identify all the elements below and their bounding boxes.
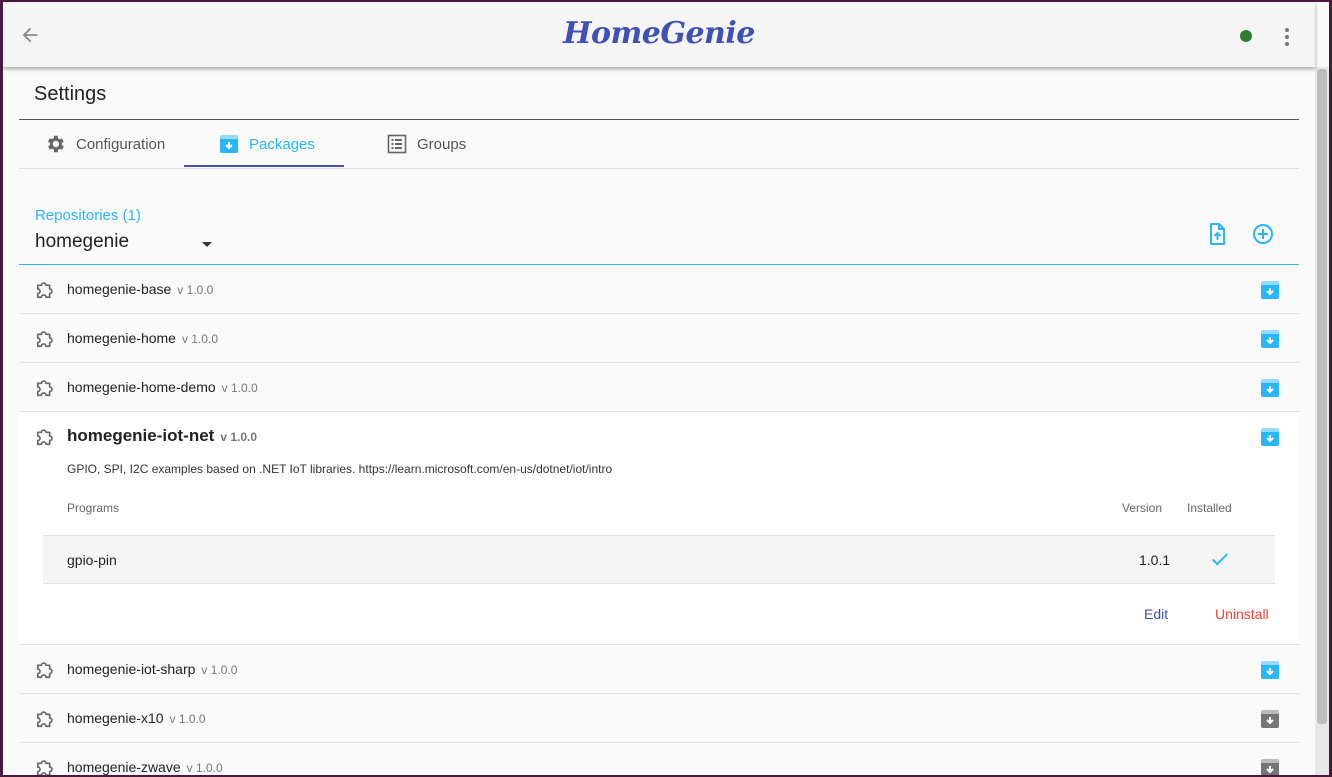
package-item-homegenie-x10[interactable]: homegenie-x10 v 1.0.0 bbox=[19, 694, 1299, 743]
package-list: homegenie-base v 1.0.0 homegenie-home v 1.… bbox=[19, 265, 1299, 775]
package-item-homegenie-iot-net[interactable]: homegenie-iot-net v 1.0.0 GPIO, SPI, I2C … bbox=[19, 412, 1299, 645]
package-name: homegenie-zwave bbox=[67, 759, 181, 775]
package-install-icon[interactable] bbox=[1260, 758, 1280, 775]
package-item-homegenie-zwave[interactable]: homegenie-zwave v 1.0.0 bbox=[19, 743, 1299, 775]
package-item-homegenie-iot-sharp[interactable]: homegenie-iot-sharp v 1.0.0 bbox=[19, 645, 1299, 694]
installed-column-header: Installed bbox=[1187, 501, 1232, 515]
extension-icon bbox=[36, 429, 53, 446]
settings-panel: Settings Configuration Packages Groups R… bbox=[19, 67, 1299, 775]
package-install-icon[interactable] bbox=[1260, 280, 1280, 300]
more-vert-icon bbox=[1285, 28, 1289, 32]
settings-tabs: Configuration Packages Groups bbox=[19, 120, 1299, 169]
add-repository-button[interactable] bbox=[1251, 222, 1275, 246]
page-title: Settings bbox=[34, 83, 107, 105]
gear-icon bbox=[48, 135, 64, 153]
file-upload-icon bbox=[1210, 223, 1225, 245]
repository-selected-value: homegenie bbox=[35, 231, 130, 252]
package-install-icon[interactable] bbox=[1260, 427, 1280, 447]
package-item-homegenie-home-demo[interactable]: homegenie-home-demo v 1.0.0 bbox=[19, 363, 1299, 412]
package-version: v 1.0.0 bbox=[186, 761, 223, 775]
table-row[interactable]: gpio-pin 1.0.1 bbox=[43, 535, 1275, 584]
archive-icon bbox=[220, 135, 238, 153]
package-name: homegenie-home bbox=[67, 330, 176, 346]
app-logo: HomeGenie bbox=[563, 16, 755, 51]
version-column-header: Version bbox=[1122, 501, 1163, 515]
package-version: v 1.0.0 bbox=[181, 332, 218, 346]
package-item-homegenie-base[interactable]: homegenie-base v 1.0.0 bbox=[19, 265, 1299, 314]
tab-configuration[interactable]: Configuration bbox=[44, 120, 165, 168]
extension-icon bbox=[36, 662, 53, 679]
package-version: v 1.0.0 bbox=[220, 430, 258, 444]
programs-column-header: Programs bbox=[67, 501, 120, 515]
app-window: HomeGenie Settings Configuration Package… bbox=[3, 2, 1329, 775]
dropdown-caret-icon bbox=[202, 242, 212, 247]
connection-status-indicator bbox=[1240, 30, 1252, 42]
tab-label: Configuration bbox=[76, 135, 166, 153]
tab-label: Groups bbox=[417, 135, 467, 153]
package-install-icon[interactable] bbox=[1260, 660, 1280, 680]
package-name: homegenie-iot-sharp bbox=[67, 661, 196, 677]
package-name: homegenie-base bbox=[67, 281, 172, 297]
more-options-button[interactable] bbox=[1277, 26, 1297, 48]
package-name: homegenie-iot-net bbox=[67, 426, 215, 445]
extension-icon bbox=[36, 760, 53, 775]
package-version: v 1.0.0 bbox=[177, 283, 214, 297]
package-name: homegenie-home-demo bbox=[67, 379, 216, 395]
package-name: homegenie-x10 bbox=[67, 710, 164, 726]
program-name: gpio-pin bbox=[67, 552, 117, 568]
repositories-label: Repositories (1) bbox=[35, 207, 141, 224]
program-version: 1.0.1 bbox=[1139, 552, 1171, 568]
package-description: GPIO, SPI, I2C examples based on .NET Io… bbox=[67, 462, 613, 476]
top-app-bar: HomeGenie bbox=[3, 2, 1315, 67]
package-item-homegenie-home[interactable]: homegenie-home v 1.0.0 bbox=[19, 314, 1299, 363]
extension-icon bbox=[36, 380, 53, 397]
tab-groups[interactable]: Groups bbox=[387, 120, 466, 168]
tab-packages[interactable]: Packages bbox=[219, 120, 315, 168]
check-icon bbox=[1211, 553, 1229, 566]
edit-button[interactable]: Edit bbox=[1144, 606, 1168, 622]
scrollbar[interactable] bbox=[1315, 67, 1329, 775]
upload-package-button[interactable] bbox=[1205, 222, 1229, 246]
package-install-icon[interactable] bbox=[1260, 709, 1280, 729]
uninstall-button[interactable]: Uninstall bbox=[1215, 606, 1269, 622]
tab-active-indicator bbox=[184, 165, 344, 167]
package-install-icon[interactable] bbox=[1260, 378, 1280, 398]
extension-icon bbox=[36, 282, 53, 299]
scrollbar-thumb[interactable] bbox=[1317, 69, 1327, 724]
add-circle-icon bbox=[1253, 224, 1273, 244]
package-version: v 1.0.0 bbox=[221, 381, 258, 395]
repository-select[interactable]: homegenie bbox=[35, 231, 215, 257]
package-version: v 1.0.0 bbox=[201, 663, 238, 677]
extension-icon bbox=[36, 711, 53, 728]
list-icon bbox=[387, 134, 407, 154]
package-install-icon[interactable] bbox=[1260, 329, 1280, 349]
tab-label: Packages bbox=[249, 135, 315, 153]
extension-icon bbox=[36, 331, 53, 348]
package-version: v 1.0.0 bbox=[169, 712, 206, 726]
